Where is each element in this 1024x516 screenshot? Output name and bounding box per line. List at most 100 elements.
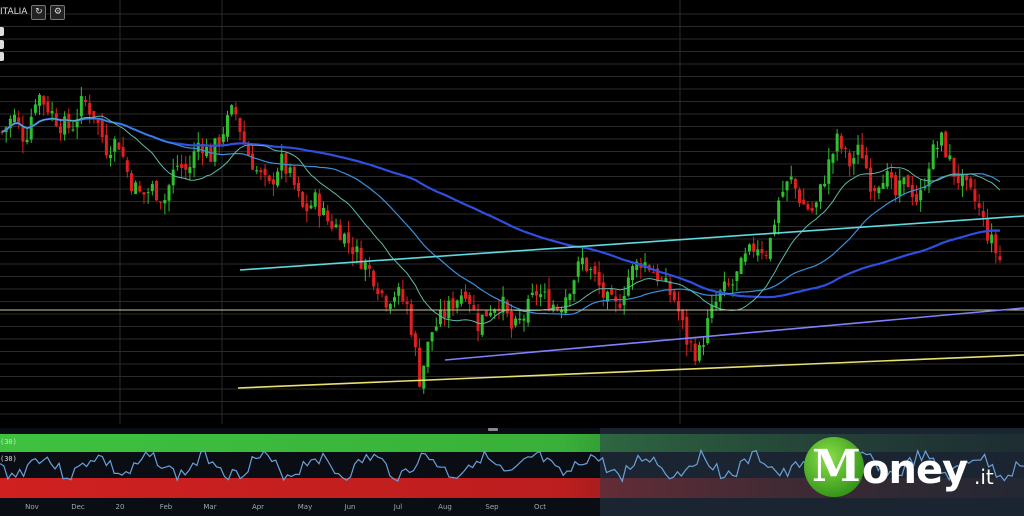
x-axis-label: Apr bbox=[251, 503, 265, 511]
refresh-icon[interactable]: ↻ bbox=[31, 4, 47, 20]
candle-body bbox=[818, 184, 822, 202]
candle-body bbox=[163, 200, 167, 204]
candle-body bbox=[464, 291, 468, 299]
candle-body bbox=[96, 119, 100, 124]
candle-body bbox=[322, 207, 326, 216]
candle-body bbox=[735, 271, 739, 282]
x-axis-label: Oct bbox=[533, 503, 547, 511]
candle-body bbox=[296, 182, 300, 192]
candle-body bbox=[384, 296, 388, 308]
candle-body bbox=[251, 153, 255, 170]
candle-body bbox=[727, 283, 731, 285]
chart-stage: ITALIA ↻ ⚙ (30) (30) Nov Dec 20 Feb Mar Apr Ma… bbox=[0, 0, 1024, 516]
candle-body bbox=[601, 282, 605, 298]
logo-text: oney bbox=[862, 447, 968, 493]
x-axis-label: Dec bbox=[71, 503, 85, 511]
candle-body bbox=[622, 295, 626, 306]
candle-body bbox=[426, 341, 430, 368]
candle-body bbox=[981, 210, 985, 218]
candle-body bbox=[935, 147, 939, 149]
candle-body bbox=[752, 243, 756, 252]
gear-icon[interactable]: ⚙ bbox=[50, 4, 66, 20]
candle-body bbox=[785, 181, 789, 191]
candle-body bbox=[898, 180, 902, 196]
candle-body bbox=[367, 265, 371, 269]
candle-body bbox=[459, 295, 463, 304]
panel-resize-handle[interactable] bbox=[488, 428, 498, 431]
candle-body bbox=[409, 304, 413, 335]
candle-body bbox=[422, 365, 426, 389]
candle-body bbox=[827, 159, 831, 184]
candle-body bbox=[944, 131, 948, 158]
candle-body bbox=[167, 185, 171, 201]
candle-body bbox=[998, 256, 1002, 260]
candle-body bbox=[731, 284, 735, 286]
candle-body bbox=[894, 175, 898, 196]
candle-body bbox=[284, 153, 288, 174]
candle-body bbox=[631, 265, 635, 281]
candle-body bbox=[681, 309, 685, 321]
candle-body bbox=[46, 101, 50, 113]
candle-body bbox=[184, 163, 188, 170]
candle-body bbox=[534, 291, 538, 296]
candle-body bbox=[213, 138, 217, 162]
candle-body bbox=[401, 289, 405, 302]
candle-body bbox=[342, 233, 346, 244]
x-axis-label: Aug bbox=[438, 503, 452, 511]
candle-body bbox=[547, 289, 551, 311]
candle-body bbox=[856, 144, 860, 155]
candle-body bbox=[255, 170, 259, 172]
candle-body bbox=[434, 326, 438, 331]
candle-body bbox=[994, 234, 998, 254]
candle-body bbox=[576, 261, 580, 277]
candle-body bbox=[309, 205, 313, 209]
candle-body bbox=[697, 345, 701, 361]
candle-body bbox=[196, 142, 200, 152]
side-handle-2[interactable] bbox=[0, 40, 4, 49]
moving-averages bbox=[1, 115, 1001, 325]
candle-body bbox=[973, 189, 977, 202]
side-handle-1[interactable] bbox=[0, 27, 4, 36]
candle-body bbox=[58, 126, 62, 134]
candle-body bbox=[969, 178, 973, 188]
candle-body bbox=[25, 139, 29, 143]
candle-body bbox=[702, 345, 706, 347]
candle-body bbox=[768, 237, 772, 259]
candle-body bbox=[150, 184, 154, 192]
candle-body bbox=[246, 145, 250, 156]
candle-body bbox=[468, 295, 472, 305]
candle-body bbox=[484, 310, 488, 317]
candle-body bbox=[129, 173, 133, 192]
candle-body bbox=[902, 177, 906, 185]
candle-body bbox=[171, 169, 175, 186]
candle-body bbox=[839, 135, 843, 149]
candle-body bbox=[430, 332, 434, 342]
candle-body bbox=[134, 182, 138, 195]
candle-body bbox=[180, 164, 184, 168]
ma-mid-line bbox=[1, 117, 1001, 316]
candle-body bbox=[225, 115, 229, 137]
candle-body bbox=[380, 290, 384, 294]
candle-body bbox=[823, 183, 827, 187]
candle-body bbox=[142, 192, 146, 195]
side-handle-3[interactable] bbox=[0, 52, 4, 61]
candle-body bbox=[305, 203, 309, 212]
candle-body bbox=[21, 126, 25, 142]
candle-body bbox=[234, 107, 238, 115]
candle-body bbox=[860, 144, 864, 159]
candle-body bbox=[359, 247, 363, 269]
candle-body bbox=[271, 179, 275, 185]
support-line bbox=[237, 354, 1024, 389]
candle-body bbox=[906, 175, 910, 188]
candle-body bbox=[363, 262, 367, 270]
candle-body bbox=[585, 257, 589, 272]
candle-body bbox=[159, 201, 163, 203]
candle-body bbox=[267, 175, 271, 182]
x-axis-label: Sep bbox=[485, 503, 499, 511]
candle-body bbox=[597, 272, 601, 286]
candle-body bbox=[38, 94, 42, 106]
x-axis-label: Nov bbox=[25, 503, 39, 511]
candle-body bbox=[802, 199, 806, 205]
candle-body bbox=[660, 278, 664, 280]
candle-body bbox=[614, 296, 618, 302]
